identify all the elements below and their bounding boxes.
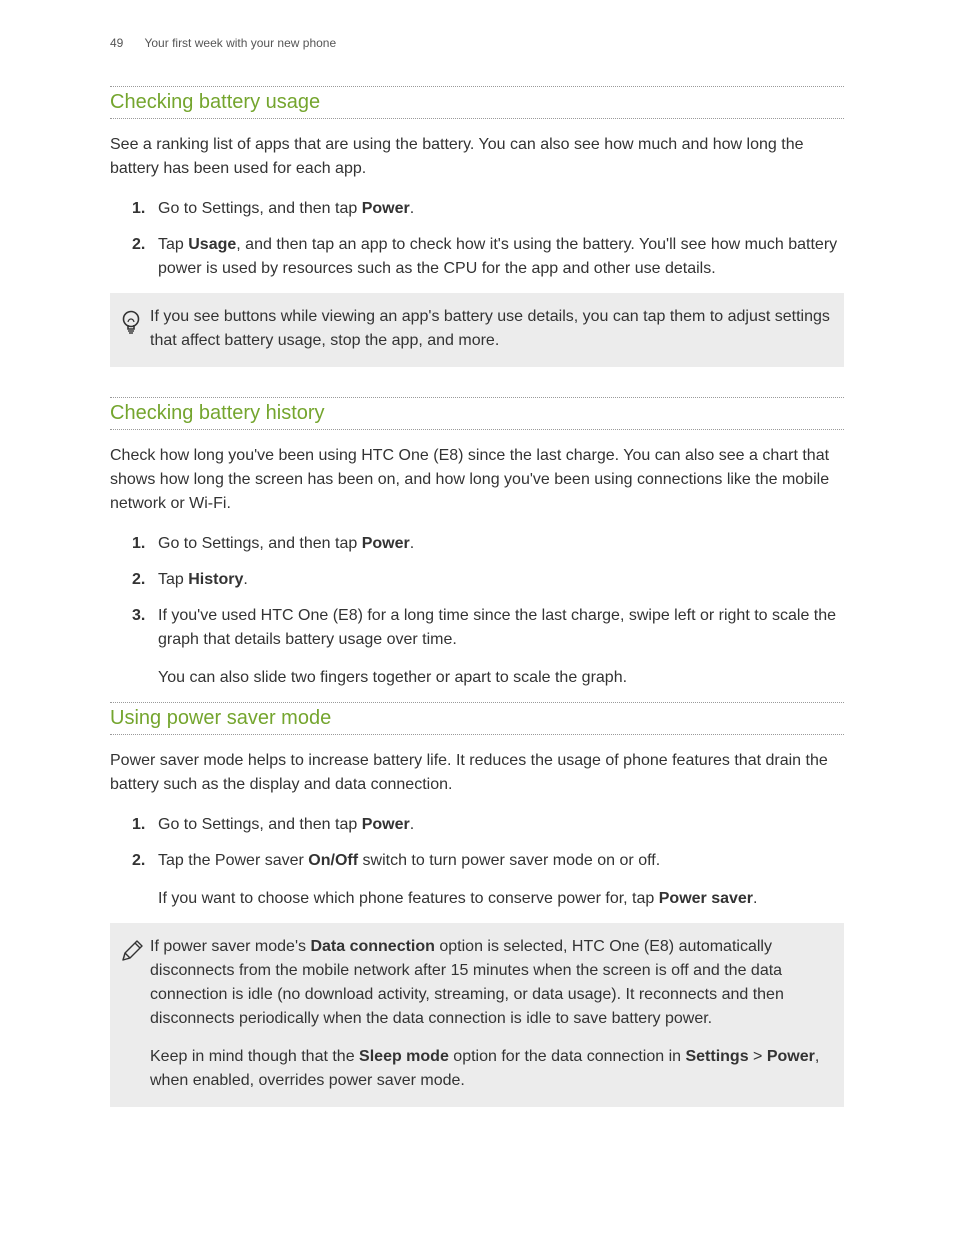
- step-number: 2.: [132, 233, 145, 257]
- section-using-power-saver-mode: Using power saver mode Power saver mode …: [110, 702, 844, 911]
- ui-term: History: [188, 571, 243, 588]
- ui-term: Sleep mode: [359, 1048, 449, 1065]
- step-number: 2.: [132, 568, 145, 592]
- step-text: Go to Settings, and then tap: [158, 816, 362, 833]
- step-text: .: [410, 200, 414, 217]
- note-fragment: option for the data connection in: [449, 1048, 686, 1065]
- pencil-icon: [120, 935, 150, 1093]
- section-heading: Checking battery history: [110, 398, 844, 430]
- ui-term: Usage: [188, 236, 236, 253]
- step-text: .: [410, 816, 414, 833]
- step-item: 2. Tap Usage, and then tap an app to che…: [132, 233, 844, 281]
- step-number: 3.: [132, 604, 145, 628]
- step-text: .: [243, 571, 247, 588]
- step-item: 2. Tap the Power saver On/Off switch to …: [132, 849, 844, 911]
- steps-list: 1. Go to Settings, and then tap Power. 2…: [110, 532, 844, 690]
- steps-list: 1. Go to Settings, and then tap Power. 2…: [110, 197, 844, 281]
- note-fragment: >: [749, 1048, 767, 1065]
- step-text: Go to Settings, and then tap: [158, 535, 362, 552]
- section-heading: Checking battery usage: [110, 87, 844, 119]
- step-text: Tap the Power saver: [158, 852, 308, 869]
- step-text: , and then tap an app to check how it's …: [158, 236, 837, 277]
- step-text: Tap: [158, 236, 188, 253]
- step-number: 1.: [132, 813, 145, 837]
- step-text: If you want to choose which phone featur…: [158, 890, 659, 907]
- step-text: If you've used HTC One (E8) for a long t…: [158, 607, 836, 648]
- ui-term: Power: [767, 1048, 815, 1065]
- section-intro: Power saver mode helps to increase batte…: [110, 749, 844, 797]
- section-heading: Using power saver mode: [110, 703, 844, 735]
- lightbulb-icon: [120, 305, 150, 353]
- step-item: 1. Go to Settings, and then tap Power.: [132, 197, 844, 221]
- ui-term: Power saver: [659, 890, 753, 907]
- section-checking-battery-usage: Checking battery usage See a ranking lis…: [110, 86, 844, 281]
- step-text: switch to turn power saver mode on or of…: [358, 852, 660, 869]
- step-number: 1.: [132, 532, 145, 556]
- tip-text: If you see buttons while viewing an app'…: [150, 305, 830, 353]
- ui-term: Data connection: [310, 938, 434, 955]
- note-text: If power saver mode's Data connection op…: [150, 935, 830, 1093]
- step-item: 1. Go to Settings, and then tap Power.: [132, 813, 844, 837]
- step-number: 1.: [132, 197, 145, 221]
- page-content: 49 Your first week with your new phone C…: [0, 0, 954, 1187]
- ui-term: Power: [362, 535, 410, 552]
- section-intro: See a ranking list of apps that are usin…: [110, 133, 844, 181]
- step-item: 2. Tap History.: [132, 568, 844, 592]
- tip-callout: If you see buttons while viewing an app'…: [110, 293, 844, 367]
- step-number: 2.: [132, 849, 145, 873]
- ui-term: Power: [362, 200, 410, 217]
- chapter-title: Your first week with your new phone: [144, 36, 336, 50]
- ui-term: Settings: [685, 1048, 748, 1065]
- step-text: Tap: [158, 571, 188, 588]
- note-fragment: If power saver mode's: [150, 938, 310, 955]
- step-text: .: [753, 890, 757, 907]
- steps-list: 1. Go to Settings, and then tap Power. 2…: [110, 813, 844, 911]
- page-number: 49: [110, 36, 123, 50]
- step-text: .: [410, 535, 414, 552]
- page-header: 49 Your first week with your new phone: [110, 36, 844, 50]
- step-item: 3. If you've used HTC One (E8) for a lon…: [132, 604, 844, 690]
- note-callout: If power saver mode's Data connection op…: [110, 923, 844, 1107]
- step-text: Go to Settings, and then tap: [158, 200, 362, 217]
- section-checking-battery-history: Checking battery history Check how long …: [110, 397, 844, 690]
- step-subtext: If you want to choose which phone featur…: [158, 887, 844, 911]
- ui-term: On/Off: [308, 852, 358, 869]
- step-subtext: You can also slide two fingers together …: [158, 666, 844, 690]
- step-item: 1. Go to Settings, and then tap Power.: [132, 532, 844, 556]
- section-intro: Check how long you've been using HTC One…: [110, 444, 844, 516]
- ui-term: Power: [362, 816, 410, 833]
- note-fragment: Keep in mind though that the: [150, 1048, 359, 1065]
